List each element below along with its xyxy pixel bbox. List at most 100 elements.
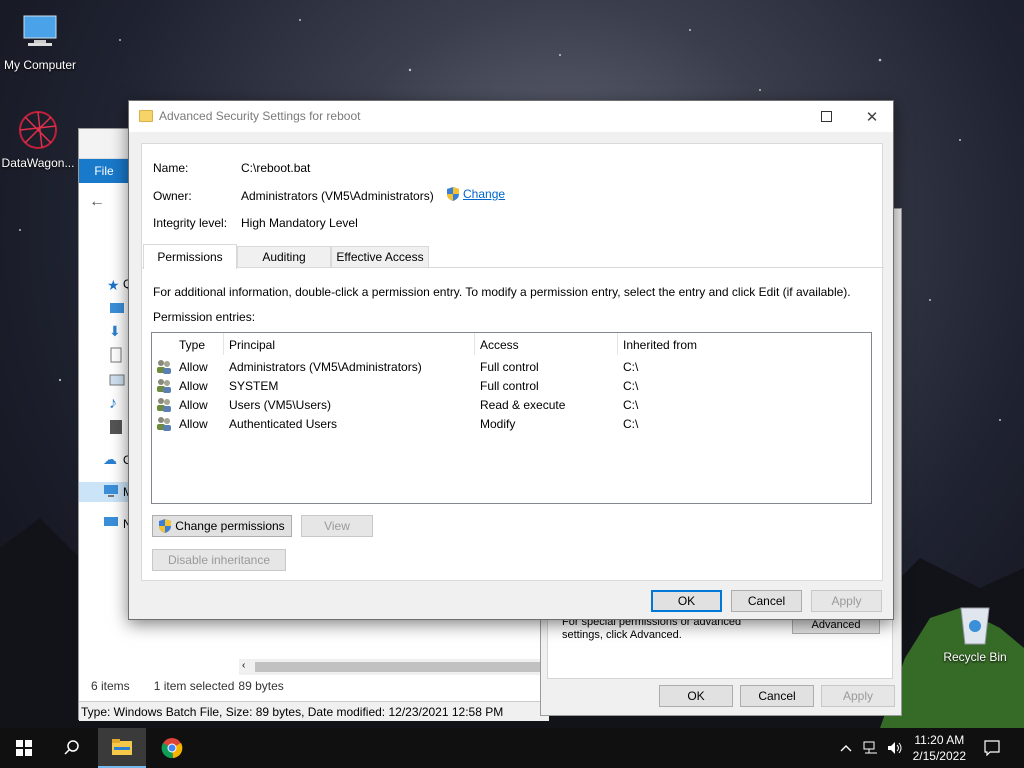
- cancel-button[interactable]: Cancel: [731, 590, 802, 612]
- this-pc-icon: [103, 484, 121, 502]
- permission-entries-label: Permission entries:: [153, 310, 256, 324]
- users-group-icon: [157, 379, 171, 393]
- network-tray-button[interactable]: [860, 728, 882, 768]
- permission-entry-row[interactable]: Allow Authenticated Users Modify C:\: [152, 414, 871, 433]
- uac-shield-icon: [447, 187, 459, 201]
- onedrive-icon: ☁: [103, 451, 117, 467]
- change-permissions-button[interactable]: Change permissions: [152, 515, 292, 537]
- permission-entry-row[interactable]: Allow Administrators (VM5\Administrators…: [152, 357, 871, 376]
- entry-principal: Administrators (VM5\Administrators): [229, 360, 422, 374]
- chevron-up-icon: [840, 745, 852, 752]
- integrity-label: Integrity level:: [153, 216, 228, 230]
- scrollbar-thumb[interactable]: [255, 662, 545, 672]
- entry-type: Allow: [179, 360, 208, 374]
- entry-inherited-from: C:\: [623, 379, 639, 393]
- entry-type: Allow: [179, 417, 208, 431]
- entry-access: Modify: [480, 417, 516, 431]
- windows-logo-icon: [16, 740, 32, 756]
- explorer-status-bar: 6 items 1 item selected 89 bytes: [91, 679, 541, 693]
- entry-principal: Users (VM5\Users): [229, 398, 332, 412]
- pictures-icon: [109, 373, 127, 391]
- view-button[interactable]: View: [301, 515, 373, 537]
- documents-icon: [109, 347, 127, 365]
- entry-principal: SYSTEM: [229, 379, 279, 393]
- column-header-principal[interactable]: Principal: [223, 333, 475, 355]
- owner-label: Owner:: [153, 189, 192, 203]
- tab-permissions[interactable]: Permissions: [143, 244, 237, 269]
- properties-apply-button[interactable]: Apply: [821, 685, 895, 707]
- instructions-text: For additional information, double-click…: [153, 285, 851, 299]
- column-header-access[interactable]: Access: [474, 333, 618, 355]
- notification-icon: [984, 740, 1000, 756]
- dialog-title-bar[interactable]: Advanced Security Settings for reboot ✕: [129, 101, 893, 132]
- desktop-icon-label: Recycle Bin: [943, 650, 1007, 664]
- integrity-value: High Mandatory Level: [241, 216, 358, 230]
- column-header-inherited-from[interactable]: Inherited from: [617, 333, 747, 355]
- selected-count: 1 item selected: [153, 679, 235, 693]
- close-icon[interactable]: ✕: [849, 101, 895, 132]
- chrome-icon: [161, 738, 183, 759]
- taskbar-chrome[interactable]: [148, 728, 196, 768]
- tab-strip: Permissions Auditing Effective Access: [142, 244, 884, 269]
- tab-divider: [142, 267, 884, 268]
- volume-tray-button[interactable]: [884, 728, 906, 768]
- scroll-left-icon[interactable]: ‹: [242, 660, 245, 671]
- column-header-type[interactable]: Type: [173, 333, 224, 355]
- file-details-bar: Type: Windows Batch File, Size: 89 bytes…: [79, 701, 549, 721]
- permission-entry-row[interactable]: Allow Users (VM5\Users) Read & execute C…: [152, 395, 871, 414]
- security-settings-panel: Name: C:\reboot.bat Owner: Administrator…: [141, 143, 884, 581]
- item-count: 6 items: [91, 679, 130, 693]
- tab-effective-access[interactable]: Effective Access: [331, 246, 429, 267]
- desktop-icon-recycle-bin[interactable]: Recycle Bin: [935, 600, 1015, 664]
- properties-ok-button[interactable]: OK: [659, 685, 733, 707]
- start-button[interactable]: [0, 728, 48, 768]
- taskbar-file-explorer[interactable]: [98, 728, 146, 768]
- desktop-folder-icon: [109, 301, 127, 319]
- name-value: C:\reboot.bat: [241, 161, 311, 175]
- entry-access: Read & execute: [480, 398, 566, 412]
- entry-inherited-from: C:\: [623, 398, 639, 412]
- recycle-bin-icon: [951, 600, 999, 648]
- owner-value: Administrators (VM5\Administrators): [241, 189, 434, 203]
- change-permissions-label: Change permissions: [175, 519, 285, 533]
- music-icon: ♪: [109, 395, 117, 412]
- file-explorer-icon: [112, 739, 132, 755]
- network-icon: [103, 516, 121, 534]
- change-owner-link-text[interactable]: Change: [463, 187, 505, 201]
- file-tab[interactable]: File: [79, 159, 129, 183]
- entry-inherited-from: C:\: [623, 360, 639, 374]
- selected-size: 89 bytes: [238, 679, 284, 693]
- permission-entries-list[interactable]: Type Principal Access Inherited from All…: [151, 332, 872, 504]
- videos-icon: [109, 419, 127, 437]
- taskbar-clock[interactable]: 11:20 AM 2/15/2022: [913, 732, 966, 764]
- search-button[interactable]: [48, 728, 96, 768]
- users-group-icon: [157, 398, 171, 412]
- desktop-icon-label: My Computer: [3, 58, 77, 72]
- dialog-title: Advanced Security Settings for reboot: [159, 109, 361, 123]
- clock-date: 2/15/2022: [912, 749, 966, 763]
- desktop-icon-my-computer[interactable]: My Computer: [0, 8, 80, 72]
- properties-cancel-button[interactable]: Cancel: [740, 685, 814, 707]
- disable-inheritance-button[interactable]: Disable inheritance: [152, 549, 286, 571]
- back-arrow-icon[interactable]: ←: [89, 193, 105, 211]
- permission-entry-row[interactable]: Allow SYSTEM Full control C:\: [152, 376, 871, 395]
- show-hidden-icons-button[interactable]: [836, 728, 856, 768]
- maximize-icon[interactable]: [803, 101, 849, 132]
- ok-button[interactable]: OK: [651, 590, 722, 612]
- folder-icon: [139, 110, 153, 122]
- speaker-icon: [888, 742, 902, 754]
- entry-type: Allow: [179, 379, 208, 393]
- advanced-security-settings-dialog: Advanced Security Settings for reboot ✕ …: [128, 100, 894, 620]
- taskbar: 11:20 AM 2/15/2022: [0, 728, 1024, 768]
- apply-button[interactable]: Apply: [811, 590, 882, 612]
- uac-shield-icon: [159, 519, 172, 533]
- users-group-icon: [157, 417, 171, 431]
- horizontal-scrollbar[interactable]: ‹: [239, 659, 549, 675]
- downloads-icon: ⬇: [109, 323, 121, 339]
- monitor-icon: [16, 8, 64, 56]
- desktop-icon-datawagon[interactable]: DataWagon...: [0, 106, 78, 170]
- owner-change-link[interactable]: Change: [447, 187, 505, 201]
- action-center-button[interactable]: [976, 728, 1008, 768]
- tab-auditing[interactable]: Auditing: [237, 246, 331, 267]
- network-icon: [863, 741, 877, 754]
